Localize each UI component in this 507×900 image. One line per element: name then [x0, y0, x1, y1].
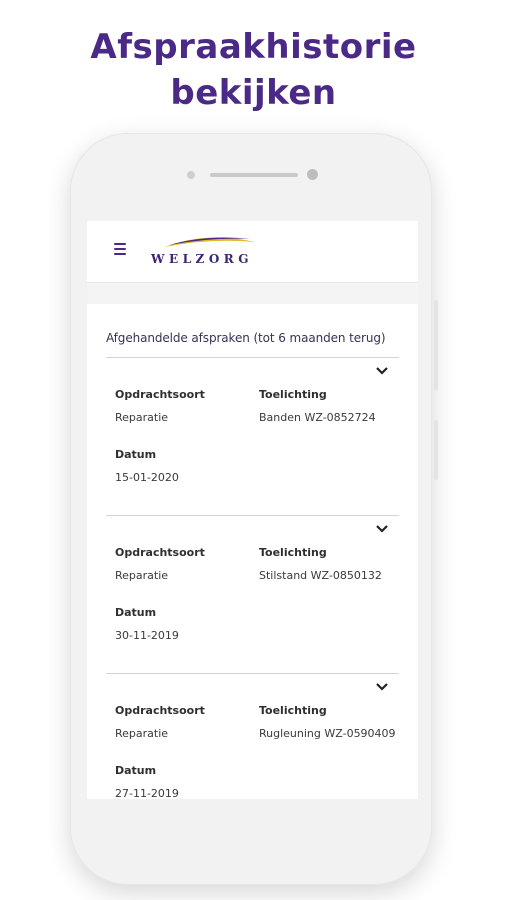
note-label: Toelichting	[259, 704, 327, 717]
phone-side-button	[434, 300, 438, 390]
date-label: Datum	[115, 764, 157, 777]
date-label: Datum	[115, 448, 157, 461]
logo-swoosh-icon	[165, 237, 255, 247]
note-label: Toelichting	[259, 546, 327, 559]
type-label: Opdrachtsoort	[115, 704, 205, 717]
phone-speaker	[210, 173, 298, 177]
type-label: Opdrachtsoort	[115, 388, 205, 401]
type-value: Reparatie	[115, 569, 169, 582]
type-value: Reparatie	[115, 727, 169, 740]
section-title: Afgehandelde afspraken (tot 6 maanden te…	[106, 331, 386, 345]
chevron-down-icon[interactable]	[375, 366, 389, 376]
header-spacer	[87, 284, 418, 304]
date-value: 15-01-2020	[115, 471, 179, 484]
app-header: WELZORG	[87, 221, 418, 283]
chevron-down-icon[interactable]	[375, 682, 389, 692]
welzorg-logo[interactable]: WELZORG	[151, 233, 271, 269]
note-label: Toelichting	[259, 388, 327, 401]
note-value: Rugleuning WZ-0590409	[259, 727, 396, 740]
date-label: Datum	[115, 606, 157, 619]
logo-wordmark: WELZORG	[151, 252, 253, 266]
note-value: Stilstand WZ-0850132	[259, 569, 382, 582]
type-label: Opdrachtsoort	[115, 546, 205, 559]
phone-side-button	[434, 420, 438, 480]
phone-screen: WELZORG Afgehandelde afspraken (tot 6 ma…	[87, 221, 418, 799]
proximity-sensor	[187, 171, 195, 179]
front-camera	[307, 169, 318, 180]
type-value: Reparatie	[115, 411, 169, 424]
appointments-list: Opdrachtsoort Toelichting Reparatie Band…	[106, 357, 399, 799]
promo-title-line2: bekijken	[170, 73, 337, 113]
appointment-card[interactable]: Opdrachtsoort Toelichting Reparatie Band…	[106, 357, 399, 515]
promo-title-line1: Afspraakhistorie	[90, 27, 417, 67]
appointment-card[interactable]: Opdrachtsoort Toelichting Reparatie Stil…	[106, 515, 399, 673]
date-value: 30-11-2019	[115, 629, 179, 642]
chevron-down-icon[interactable]	[375, 524, 389, 534]
date-value: 27-11-2019	[115, 787, 179, 799]
note-value: Banden WZ-0852724	[259, 411, 376, 424]
hamburger-menu-icon[interactable]	[114, 243, 126, 255]
promo-headline: Afspraakhistorie bekijken	[0, 24, 507, 116]
appointment-card[interactable]: Opdrachtsoort Toelichting Reparatie Rugl…	[106, 673, 399, 799]
